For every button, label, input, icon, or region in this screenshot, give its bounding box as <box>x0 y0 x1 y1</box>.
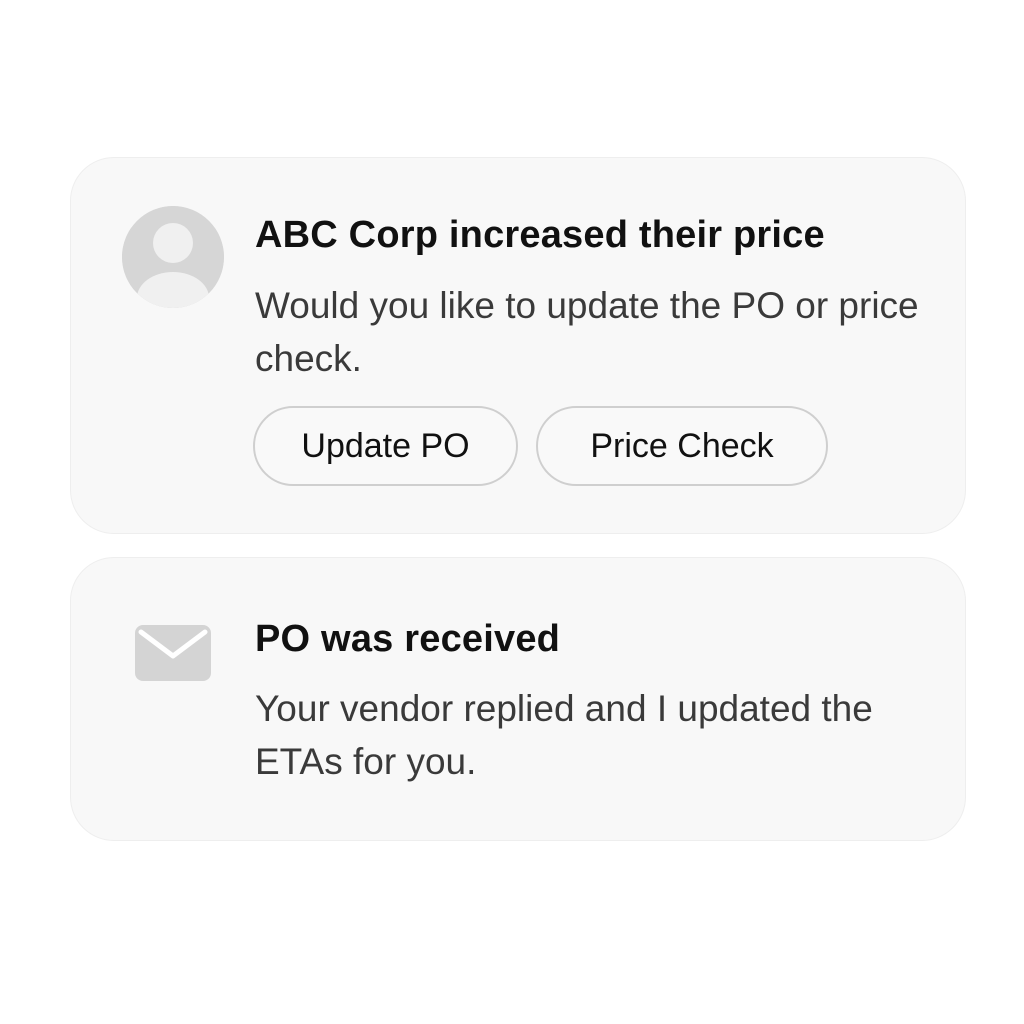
po-received-notification[interactable]: PO was received Your vendor replied and … <box>70 557 966 841</box>
notification-stack: ABC Corp increased their price Would you… <box>0 0 1024 1024</box>
user-avatar-icon <box>122 206 224 308</box>
update-po-button[interactable]: Update PO <box>253 406 518 486</box>
notification-title: PO was received <box>255 618 561 660</box>
price-increase-notification[interactable]: ABC Corp increased their price Would you… <box>70 157 966 534</box>
notification-body: Would you like to update the PO or price… <box>255 285 919 379</box>
envelope-icon <box>135 625 211 681</box>
price-check-button[interactable]: Price Check <box>536 406 828 486</box>
notification-body: Your vendor replied and I updated the ET… <box>255 688 873 782</box>
notification-title: ABC Corp increased their price <box>255 214 825 256</box>
